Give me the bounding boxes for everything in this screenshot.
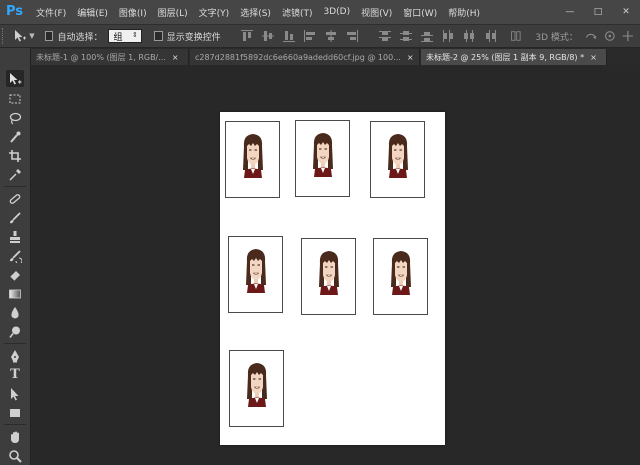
show-transform-label: 显示变换控件 xyxy=(166,32,221,43)
3d-pan-icon[interactable] xyxy=(621,28,635,44)
healing-brush-tool-icon[interactable] xyxy=(6,190,24,207)
eyedropper-tool-icon[interactable] xyxy=(6,166,24,183)
tab-document-1[interactable]: 未标题-1 @ 100% (图层 1, RGB/... × xyxy=(31,49,189,65)
move-tool-icon[interactable] xyxy=(6,70,24,87)
options-bar: ▼ 自动选择： 组 ⇕ 显示变换控件 3D 模式： xyxy=(0,25,640,48)
blur-tool-icon[interactable] xyxy=(6,304,24,321)
align-vcenter-icon[interactable] xyxy=(260,28,276,44)
distribute-right-icon[interactable] xyxy=(482,28,498,44)
tab-close-icon[interactable]: × xyxy=(407,53,414,62)
menu-3d[interactable]: 3D(D) xyxy=(323,7,350,17)
auto-select-value: 组 xyxy=(113,32,123,43)
menu-layer[interactable]: 图层(L) xyxy=(158,6,188,19)
3d-rotate-icon[interactable] xyxy=(584,28,598,44)
align-buttons xyxy=(239,28,365,44)
show-transform-checkbox[interactable] xyxy=(153,31,163,41)
zoom-tool-icon[interactable] xyxy=(6,447,24,464)
distribute-left-icon[interactable] xyxy=(440,28,456,44)
window-controls: — □ ✕ xyxy=(556,0,640,24)
gradient-tool-icon[interactable] xyxy=(6,285,24,302)
photoshop-logo: Ps xyxy=(6,4,24,19)
brush-tool-icon[interactable] xyxy=(6,209,24,226)
portrait-icon xyxy=(312,132,334,178)
id-photo[interactable] xyxy=(229,350,284,427)
options-bar-grip[interactable] xyxy=(2,28,6,44)
tab-label: 未标题-1 @ 100% (图层 1, RGB/... xyxy=(36,52,166,62)
menu-file[interactable]: 文件(F) xyxy=(36,6,66,19)
id-photo[interactable] xyxy=(370,121,425,198)
id-photo[interactable] xyxy=(228,236,283,313)
id-photo[interactable] xyxy=(225,121,280,198)
menu-window[interactable]: 窗口(W) xyxy=(403,6,437,19)
menu-view[interactable]: 视图(V) xyxy=(361,6,392,19)
menu-select[interactable]: 选择(S) xyxy=(240,6,271,19)
menu-filter[interactable]: 滤镜(T) xyxy=(282,6,313,19)
lasso-tool-icon[interactable] xyxy=(6,109,24,126)
dodge-tool-icon[interactable] xyxy=(6,323,24,340)
auto-select-dropdown[interactable]: 组 ⇕ xyxy=(108,29,142,43)
align-top-icon[interactable] xyxy=(239,28,255,44)
3d-roll-icon[interactable] xyxy=(603,28,617,44)
tab-close-icon[interactable]: × xyxy=(172,53,179,62)
tab-label: c287d2881f5892dc6e660a9adedd60cf.jpg @ 1… xyxy=(195,52,401,62)
type-tool-icon[interactable]: T xyxy=(6,366,24,383)
document-tab-bar: 未标题-1 @ 100% (图层 1, RGB/... × c287d2881f… xyxy=(31,48,640,65)
document-canvas[interactable] xyxy=(220,112,445,445)
id-photo[interactable] xyxy=(295,120,350,197)
distribute-vcenter-icon[interactable] xyxy=(398,28,414,44)
move-tool-preset-icon[interactable] xyxy=(10,27,29,45)
close-button[interactable]: ✕ xyxy=(612,0,640,24)
auto-select-checkbox[interactable] xyxy=(44,31,54,41)
tab-close-icon[interactable]: × xyxy=(590,53,597,62)
distribute-hcenter-icon[interactable] xyxy=(461,28,477,44)
pen-tool-icon[interactable] xyxy=(6,347,24,364)
tab-document-2[interactable]: c287d2881f5892dc6e660a9adedd60cf.jpg @ 1… xyxy=(190,49,420,65)
canvas-workspace[interactable] xyxy=(31,65,640,465)
portrait-icon xyxy=(390,250,412,296)
clone-stamp-tool-icon[interactable] xyxy=(6,228,24,245)
menu-image[interactable]: 图像(I) xyxy=(119,6,147,19)
menu-help[interactable]: 帮助(H) xyxy=(448,6,480,19)
maximize-button[interactable]: □ xyxy=(584,0,612,24)
quick-select-tool-icon[interactable] xyxy=(6,128,24,145)
3d-mode-label: 3D 模式： xyxy=(535,32,578,43)
distribute-bottom-icon[interactable] xyxy=(419,28,435,44)
distribute-top-icon[interactable] xyxy=(377,28,393,44)
tools-separator xyxy=(4,424,26,425)
crop-tool-icon[interactable] xyxy=(6,147,24,164)
align-bottom-icon[interactable] xyxy=(281,28,297,44)
tools-separator xyxy=(4,343,26,344)
menu-type[interactable]: 文字(Y) xyxy=(199,6,230,19)
align-right-icon[interactable] xyxy=(344,28,360,44)
tool-preset-caret-icon[interactable]: ▼ xyxy=(29,32,34,40)
align-hcenter-icon[interactable] xyxy=(323,28,339,44)
tab-document-3[interactable]: 未标题-2 @ 25% (图层 1 副本 9, RGB/8) * × xyxy=(421,49,607,65)
tab-label: 未标题-2 @ 25% (图层 1 副本 9, RGB/8) * xyxy=(426,52,585,62)
path-select-tool-icon[interactable] xyxy=(6,385,24,402)
tools-panel: T xyxy=(0,48,31,465)
auto-align-icon[interactable] xyxy=(509,28,523,44)
portrait-icon xyxy=(242,133,264,179)
chevron-updown-icon: ⇕ xyxy=(131,31,138,39)
align-left-icon[interactable] xyxy=(302,28,318,44)
portrait-icon xyxy=(387,133,409,179)
portrait-icon xyxy=(246,362,268,408)
rectangle-tool-icon[interactable] xyxy=(6,404,24,421)
minimize-button[interactable]: — xyxy=(556,0,584,24)
id-photo[interactable] xyxy=(373,238,428,315)
history-brush-tool-icon[interactable] xyxy=(6,247,24,264)
menu-bar: Ps 文件(F) 编辑(E) 图像(I) 图层(L) 文字(Y) 选择(S) 滤… xyxy=(0,0,640,25)
hand-tool-icon[interactable] xyxy=(6,428,24,445)
portrait-icon xyxy=(245,248,267,294)
distribute-buttons xyxy=(377,28,503,44)
tools-separator xyxy=(4,186,26,187)
portrait-icon xyxy=(318,250,340,296)
menu-edit[interactable]: 编辑(E) xyxy=(77,6,108,19)
id-photo[interactable] xyxy=(301,238,356,315)
marquee-tool-icon[interactable] xyxy=(6,90,24,107)
auto-select-label: 自动选择： xyxy=(57,32,103,43)
eraser-tool-icon[interactable] xyxy=(6,266,24,283)
